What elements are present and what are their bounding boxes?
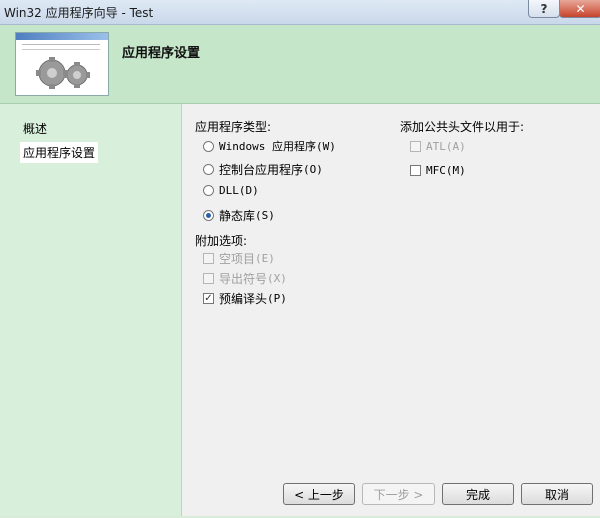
check-atl-label: ATL [426,140,446,153]
wizard-header: 应用程序设置 [0,25,600,104]
help-button[interactable]: ? [528,0,560,18]
radio-windows-label: Windows 应用程序 [219,140,316,153]
radio-dll-label: DLL [219,184,239,197]
check-export-symbols-mnemonic: (X) [267,272,287,285]
extra-options-label: 附加选项: [195,234,248,248]
check-empty-project-label: 空项目 [219,252,256,266]
check-empty-project-mnemonic: (E) [255,252,275,265]
page-title: 应用程序设置 [122,46,201,61]
radio-windows-circle[interactable] [203,140,214,152]
radio-static-lib-mnemonic: (S) [255,209,275,222]
check-atl-box[interactable] [410,141,421,152]
check-empty-project[interactable]: 空项目 (E) [203,250,275,267]
radio-static-lib[interactable]: 静态库 (S) [203,207,275,224]
common-headers-label: 添加公共头文件以用于: [400,120,525,134]
gears-icon [36,57,90,89]
radio-console-circle[interactable] [203,164,214,175]
check-atl[interactable]: ATL (A) [410,140,466,153]
check-empty-project-box[interactable] [203,253,214,264]
close-button[interactable]: ✕ [559,0,600,18]
finish-button[interactable]: 完成 [442,483,514,505]
check-atl-mnemonic: (A) [445,140,466,153]
check-precompiled-header[interactable]: ✓ 预编译头 (P) [203,290,287,307]
wizard-sidebar: 概述 应用程序设置 [0,104,182,518]
check-mfc-label: MFC [426,164,446,177]
title-bar: Win32 应用程序向导 - Test ? ✕ [0,0,600,25]
app-type-label: 应用程序类型: [195,120,272,134]
wizard-window: Win32 应用程序向导 - Test ? ✕ 应用程序设置 概述 应用程序设置… [0,0,600,518]
banner-image [15,32,109,96]
check-mfc-mnemonic: (M) [445,164,466,177]
check-mfc-box[interactable] [410,165,421,176]
back-button[interactable]: < 上一步 [283,483,355,505]
sidebar-item-overview[interactable]: 概述 [20,118,50,139]
check-export-symbols-box[interactable] [203,273,214,284]
check-export-symbols[interactable]: 导出符号 (X) [203,270,287,287]
radio-windows-mnemonic: (W) [315,139,336,153]
check-export-symbols-label: 导出符号 [219,272,268,286]
radio-static-lib-label: 静态库 [219,209,256,223]
radio-console-app[interactable]: 控制台应用程序 (O) [203,161,323,178]
window-title: Win32 应用程序向导 - Test [4,6,154,20]
check-precompiled-header-mnemonic: (P) [267,292,287,305]
settings-panel: 应用程序类型: Windows 应用程序 (W) 控制台应用程序 (O) DLL… [182,104,600,518]
radio-console-label: 控制台应用程序 [219,163,304,177]
radio-dll-mnemonic: (D) [238,184,259,197]
radio-windows-app[interactable]: Windows 应用程序 (W) [203,138,336,154]
radio-console-mnemonic: (O) [303,163,323,176]
radio-dll[interactable]: DLL (D) [203,184,259,197]
check-precompiled-header-label: 预编译头 [219,292,268,306]
sidebar-item-app-settings[interactable]: 应用程序设置 [20,142,99,163]
next-button[interactable]: 下一步 > [362,483,435,505]
check-mfc[interactable]: MFC (M) [410,164,466,177]
check-precompiled-header-box[interactable]: ✓ [203,293,214,304]
cancel-button[interactable]: 取消 [521,483,593,505]
radio-dll-circle[interactable] [203,185,214,196]
radio-static-lib-circle[interactable] [203,210,214,221]
